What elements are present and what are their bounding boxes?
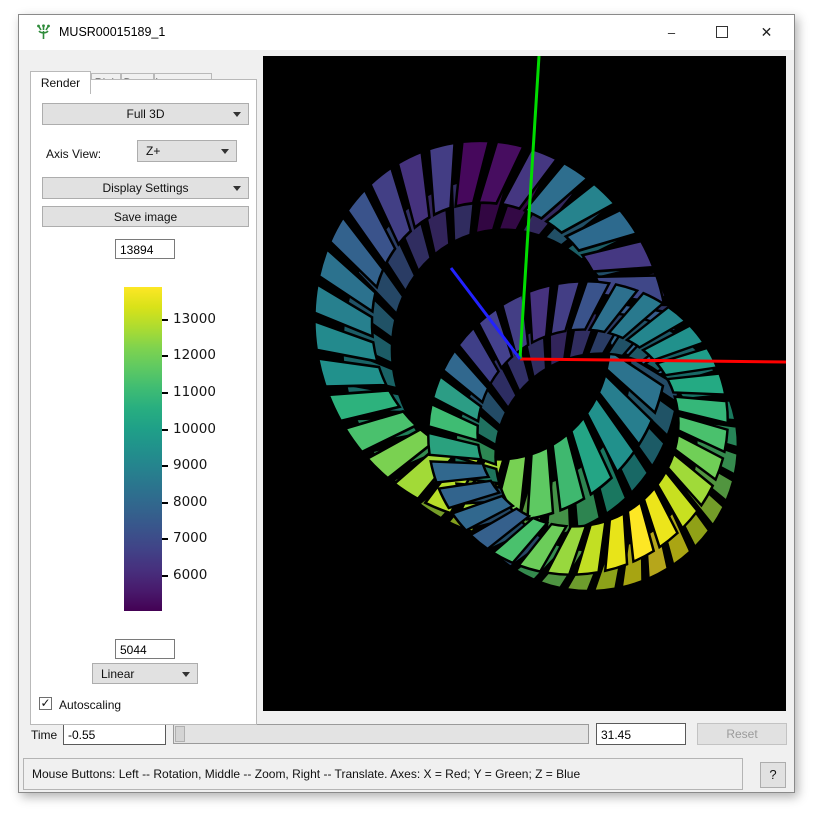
colorbar-tick	[162, 392, 168, 394]
time-label: Time	[31, 728, 57, 742]
minimize-button[interactable]: –	[649, 15, 694, 50]
colorbar-tick	[162, 355, 168, 357]
colorbar-tick-label: 8000	[173, 494, 207, 510]
colorbar-tick	[162, 319, 168, 321]
colorbar-gradient[interactable]	[124, 287, 162, 611]
projection-dropdown[interactable]: Full 3D	[42, 103, 249, 125]
close-button[interactable]: ✕	[744, 15, 789, 50]
scale-type-dropdown[interactable]: Linear	[92, 663, 198, 684]
colorbar-tick-label: 11000	[173, 384, 216, 400]
maximize-button[interactable]	[699, 15, 744, 50]
status-bar: Mouse Buttons: Left -- Rotation, Middle …	[23, 758, 743, 790]
instrument-3d-viewport[interactable]	[263, 56, 786, 711]
scale-type-value: Linear	[101, 667, 134, 681]
chevron-down-icon	[182, 672, 190, 677]
display-settings-dropdown[interactable]: Display Settings	[42, 177, 249, 199]
time-max-input[interactable]	[596, 723, 686, 745]
colorbar-tick-label: 12000	[173, 347, 216, 363]
colorbar-tick-label: 9000	[173, 457, 207, 473]
reset-button[interactable]: Reset	[697, 723, 787, 745]
colorbar-tick-label: 13000	[173, 311, 216, 327]
time-slider-handle[interactable]	[175, 726, 185, 742]
colorbar-tick	[162, 575, 168, 577]
autoscaling-label: Autoscaling	[59, 698, 121, 712]
axis-view-dropdown[interactable]: Z+	[137, 140, 237, 162]
render-tab-panel: Full 3D Axis View: Z+ Display Settings S…	[30, 79, 257, 725]
autoscaling-checkbox[interactable]: ✓	[39, 697, 52, 710]
chevron-down-icon	[221, 149, 229, 154]
colorbar-tick	[162, 465, 168, 467]
scale-min-input[interactable]	[115, 639, 175, 659]
colorbar-tick-label: 10000	[173, 421, 216, 437]
instrument-view-window: MUSR00015189_1 – ✕ Full 3D Axis View: Z+…	[18, 14, 795, 793]
colorbar-tick	[162, 429, 168, 431]
chevron-down-icon	[233, 186, 241, 191]
time-slider[interactable]	[173, 724, 589, 744]
title-bar[interactable]: MUSR00015189_1 – ✕	[19, 15, 794, 50]
detector-rings-render	[263, 56, 786, 711]
scale-max-input[interactable]	[115, 239, 175, 259]
colorbar-tick	[162, 502, 168, 504]
window-title: MUSR00015189_1	[59, 25, 165, 39]
status-message: Mouse Buttons: Left -- Rotation, Middle …	[32, 767, 580, 781]
projection-value: Full 3D	[126, 107, 164, 121]
maximize-icon	[716, 26, 728, 38]
tab-render[interactable]: Render	[30, 71, 91, 94]
help-button[interactable]: ?	[760, 762, 786, 788]
colorbar-tick	[162, 538, 168, 540]
colorbar-tick-label: 6000	[173, 567, 207, 583]
chevron-down-icon	[233, 112, 241, 117]
colorbar-tick-label: 7000	[173, 530, 207, 546]
display-settings-value: Display Settings	[102, 181, 188, 195]
time-min-input[interactable]	[63, 723, 166, 745]
colorbar[interactable]: 13000 12000 11000 10000 9000 8000 7000 6000	[124, 287, 254, 627]
axis-view-value: Z+	[146, 144, 160, 158]
save-image-button[interactable]: Save image	[42, 206, 249, 227]
mantid-app-icon	[35, 24, 52, 41]
axis-view-label: Axis View:	[46, 147, 101, 161]
